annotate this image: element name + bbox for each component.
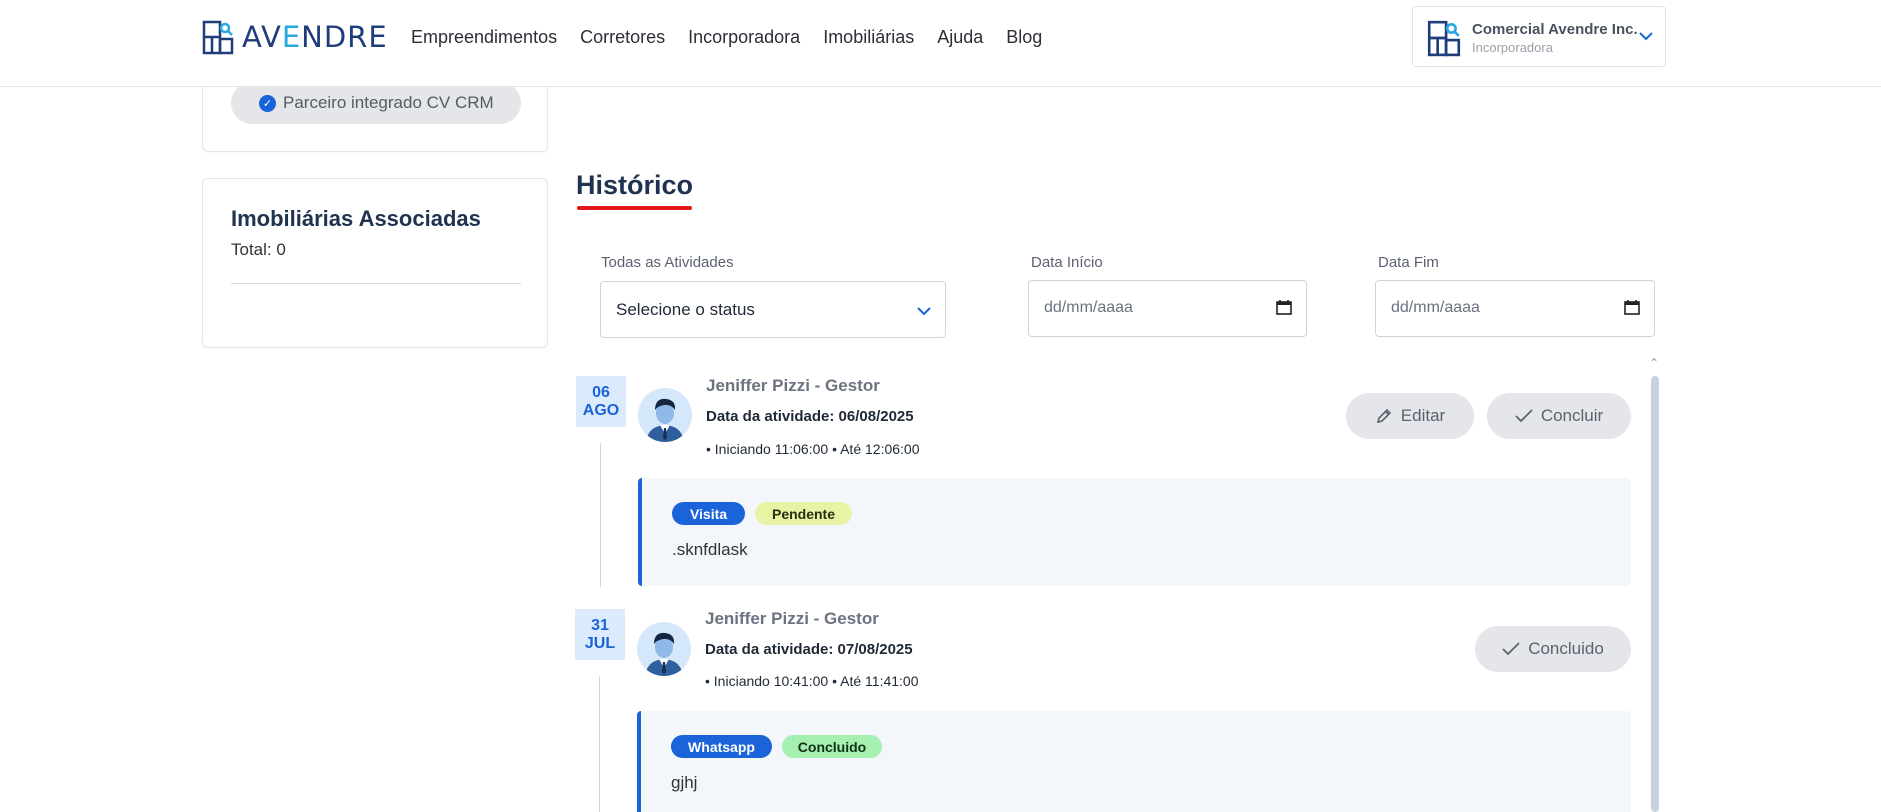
top-header: AVENDRE Empreendimentos Corretores Incor… <box>0 0 1881 87</box>
nav-imobiliarias[interactable]: Imobiliárias <box>823 24 914 50</box>
title-underline <box>577 206 692 210</box>
entry-author: Jeniffer Pizzi - Gestor <box>706 376 880 395</box>
activities-filter-label: Todas as Atividades <box>601 254 734 271</box>
check-icon <box>1502 642 1520 656</box>
entry-author: Jeniffer Pizzi - Gestor <box>705 609 879 628</box>
activity-note: Whatsapp Concluido gjhj <box>637 711 1631 812</box>
entry-date: Data da atividade: 07/08/2025 <box>705 641 913 658</box>
pencil-icon <box>1376 408 1391 424</box>
check-icon <box>1515 409 1533 423</box>
chevron-down-icon <box>917 307 931 316</box>
partner-badge: ✓ Parceiro integrado CV CRM <box>231 82 521 124</box>
activity-type-tag: Whatsapp <box>671 735 772 758</box>
chevron-down-icon <box>1639 32 1653 41</box>
start-date-value: dd/mm/aaaa <box>1044 299 1133 316</box>
company-role: Incorporadora <box>1472 40 1553 55</box>
conclude-button[interactable]: Concluir <box>1487 393 1631 439</box>
building-icon <box>202 20 234 55</box>
end-date-value: dd/mm/aaaa <box>1391 299 1480 316</box>
nav-corretores[interactable]: Corretores <box>580 24 665 50</box>
activity-note-text: .sknfdlask <box>672 540 748 559</box>
entry-times: • Iniciando 11:06:00 • Até 12:06:00 <box>706 441 920 457</box>
timeline-line <box>600 443 601 587</box>
date-day: 06 <box>592 384 610 401</box>
date-day: 31 <box>591 617 609 634</box>
concluded-button[interactable]: Concluido <box>1475 626 1631 672</box>
activity-status-tag: Pendente <box>755 502 852 525</box>
divider <box>231 283 521 284</box>
partner-badge-label: Parceiro integrado CV CRM <box>283 93 494 112</box>
date-badge: 06 AGO <box>576 376 626 427</box>
start-date-label: Data Início <box>1031 254 1103 271</box>
edit-button[interactable]: Editar <box>1346 393 1474 439</box>
activity-note-text: gjhj <box>671 773 698 792</box>
brand-name: AVENDRE <box>242 20 388 54</box>
associated-total: Total: 0 <box>231 240 286 259</box>
nav-incorporadora[interactable]: Incorporadora <box>688 24 800 50</box>
nav-empreendimentos[interactable]: Empreendimentos <box>411 24 557 50</box>
user-avatar-icon <box>646 398 684 442</box>
concluded-button-label: Concluido <box>1528 639 1604 658</box>
edit-button-label: Editar <box>1400 406 1446 425</box>
conclude-button-label: Concluir <box>1540 406 1604 425</box>
page-title: Histórico <box>576 170 694 200</box>
end-date-input[interactable]: dd/mm/aaaa <box>1375 280 1655 337</box>
activity-note: Visita Pendente .sknfdlask <box>638 478 1631 586</box>
scrollbar[interactable] <box>1651 376 1659 812</box>
associated-title: Imobiliárias Associadas <box>231 206 481 231</box>
nav-blog[interactable]: Blog <box>1006 24 1042 50</box>
scroll-up-icon[interactable]: ⌃ <box>1649 356 1659 370</box>
timeline-line <box>599 676 600 812</box>
date-month: JUL <box>584 635 616 652</box>
main-nav: Empreendimentos Corretores Incorporadora… <box>411 24 1065 50</box>
associated-agencies-card: Imobiliárias Associadas Total: 0 <box>202 178 548 348</box>
date-month: AGO <box>582 402 620 419</box>
account-switcher[interactable]: Comercial Avendre Inc. Incorporadora <box>1412 6 1666 67</box>
end-date-label: Data Fim <box>1378 254 1439 271</box>
status-select-value: Selecione o status <box>616 300 755 319</box>
user-avatar-icon <box>645 632 683 676</box>
avendre-logo[interactable]: AVENDRE <box>202 19 388 55</box>
avatar <box>637 622 691 676</box>
company-name: Comercial Avendre Inc. <box>1472 21 1638 38</box>
avatar <box>638 388 692 442</box>
check-circle-icon: ✓ <box>259 94 276 112</box>
date-badge: 31 JUL <box>575 609 625 660</box>
nav-ajuda[interactable]: Ajuda <box>937 24 983 50</box>
status-select[interactable]: Selecione o status <box>600 281 946 338</box>
calendar-icon[interactable] <box>1624 299 1640 315</box>
activity-status-tag: Concluido <box>782 735 882 758</box>
entry-times: • Iniciando 10:41:00 • Até 11:41:00 <box>705 673 919 689</box>
start-date-input[interactable]: dd/mm/aaaa <box>1028 280 1307 337</box>
calendar-icon[interactable] <box>1276 299 1292 315</box>
activity-type-tag: Visita <box>672 502 745 525</box>
building-icon <box>1427 20 1461 57</box>
entry-date: Data da atividade: 06/08/2025 <box>706 408 914 425</box>
